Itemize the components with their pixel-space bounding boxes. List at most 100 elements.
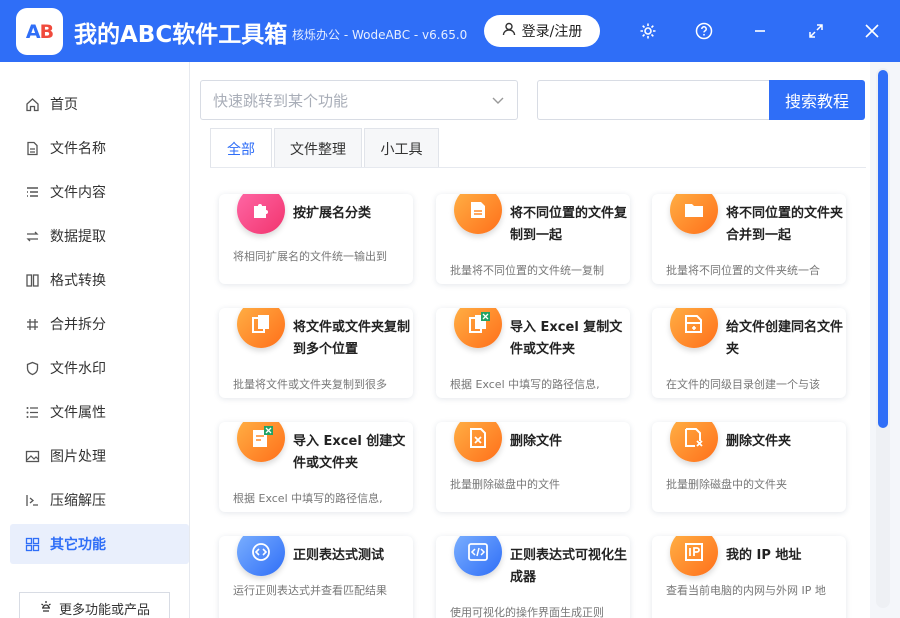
gear-icon[interactable] (635, 18, 661, 44)
file-copy-icon (454, 194, 502, 234)
sidebar-item-other[interactable]: 其它功能 (10, 524, 189, 564)
image-icon (24, 448, 40, 464)
sidebar: 首页 文件名称 文件内容 数据提取 格式转换 合并拆分 文件水印 文件属性 图片… (0, 62, 190, 618)
maximize-icon[interactable] (803, 18, 829, 44)
category-tabs: 全部 文件整理 小工具 (210, 128, 441, 168)
card-description: 批量将文件或文件夹复制到很多 (233, 378, 387, 391)
card-title: 按扩展名分类 (293, 206, 372, 221)
folder-icon (670, 194, 718, 234)
close-icon[interactable] (859, 18, 885, 44)
card-description: 在文件的同级目录创建一个与该 (666, 378, 820, 391)
tool-card-merge-folders[interactable]: 将不同位置的文件夹合并到一起 批量将不同位置的文件夹统一合 (652, 194, 846, 284)
watermark-icon (24, 360, 40, 376)
search-tutorial-button[interactable]: 搜索教程 (769, 80, 865, 120)
tool-card-excel-create[interactable]: 导入 Excel 创建文件或文件夹 根据 Excel 中填写的路径信息, (219, 422, 413, 512)
sidebar-item-attributes[interactable]: 文件属性 (10, 392, 189, 432)
card-title: 删除文件夹 (726, 434, 792, 449)
grid-icon (24, 536, 40, 552)
sidebar-item-label: 数据提取 (50, 229, 106, 245)
card-title: 将不同位置的文件夹合并到一起 (726, 206, 844, 243)
tool-card-delete-folders[interactable]: 删除文件夹 批量删除磁盘中的文件夹 (652, 422, 846, 512)
sidebar-item-label: 其它功能 (50, 537, 106, 553)
card-title: 将文件或文件夹复制到多个位置 (293, 320, 411, 357)
sidebar-item-label: 合并拆分 (50, 317, 106, 333)
excel-create-icon (237, 422, 285, 462)
tutorial-search-input[interactable] (537, 80, 770, 120)
login-label: 登录/注册 (521, 24, 583, 40)
merge-icon (24, 316, 40, 332)
card-title: 正则表达式测试 (293, 548, 385, 563)
folder-delete-icon (670, 422, 718, 462)
card-description: 批量删除磁盘中的文件夹 (666, 478, 787, 491)
card-description: 查看当前电脑的内网与外网 IP 地 (666, 584, 826, 597)
sidebar-item-file-name[interactable]: 文件名称 (10, 128, 189, 168)
card-title: 我的 IP 地址 (726, 548, 802, 563)
card-description: 根据 Excel 中填写的路径信息, (450, 378, 600, 391)
sidebar-item-label: 首页 (50, 97, 78, 113)
feature-jump-select[interactable]: 快速跳转到某个功能 (200, 80, 518, 120)
puzzle-icon (237, 194, 285, 234)
sidebar-item-watermark[interactable]: 文件水印 (10, 348, 189, 388)
app-subtitle: 核烁办公 - WodeABC - v6.65.0 (292, 28, 468, 42)
tool-card-copy-to-multiple[interactable]: 将文件或文件夹复制到多个位置 批量将文件或文件夹复制到很多 (219, 308, 413, 398)
chevron-down-icon (491, 93, 505, 111)
sidebar-item-merge[interactable]: 合并拆分 (10, 304, 189, 344)
card-title: 删除文件 (510, 434, 563, 449)
tab-file-organize[interactable]: 文件整理 (274, 128, 362, 168)
tab-all[interactable]: 全部 (210, 128, 272, 168)
ip-icon (670, 536, 718, 576)
app-logo: AB (16, 8, 63, 55)
tool-card-create-same-name-folder[interactable]: 给文件创建同名文件夹 在文件的同级目录创建一个与该 (652, 308, 846, 398)
card-description: 运行正则表达式并查看匹配结果 (233, 584, 387, 597)
file-name-icon (24, 140, 40, 156)
tool-card-regex-visual-generator[interactable]: 正则表达式可视化生成器 使用可视化的操作界面生成正则 (436, 536, 630, 618)
multi-copy-icon (237, 308, 285, 348)
tool-card-copy-files-together[interactable]: 将不同位置的文件复制到一起 批量将不同位置的文件统一复制 (436, 194, 630, 284)
card-description: 批量将不同位置的文件夹统一合 (666, 264, 820, 277)
sidebar-item-label: 压缩解压 (50, 493, 106, 509)
tool-card-regex-test[interactable]: 正则表达式测试 运行正则表达式并查看匹配结果 (219, 536, 413, 618)
sidebar-item-label: 文件水印 (50, 361, 106, 377)
sidebar-item-convert[interactable]: 格式转换 (10, 260, 189, 300)
sidebar-item-label: 格式转换 (50, 273, 106, 289)
tab-divider (210, 167, 866, 168)
sidebar-item-file-content[interactable]: 文件内容 (10, 172, 189, 212)
sidebar-item-image[interactable]: 图片处理 (10, 436, 189, 476)
help-icon[interactable] (691, 18, 717, 44)
file-content-icon (24, 184, 40, 200)
card-description: 将相同扩展名的文件统一输出到 (233, 250, 387, 263)
tool-card-extension-classify[interactable]: 按扩展名分类 将相同扩展名的文件统一输出到 (219, 194, 413, 284)
tab-small-tools[interactable]: 小工具 (364, 128, 439, 168)
scrollbar-thumb[interactable] (878, 70, 888, 428)
lamp-icon (39, 599, 53, 617)
login-button[interactable]: 登录/注册 (484, 15, 600, 47)
user-icon (502, 22, 516, 40)
card-title: 将不同位置的文件复制到一起 (510, 206, 628, 243)
card-description: 根据 Excel 中填写的路径信息, (233, 492, 383, 505)
minimize-icon[interactable] (747, 18, 773, 44)
card-title: 正则表达式可视化生成器 (510, 548, 628, 585)
code-icon (454, 536, 502, 576)
tool-card-delete-files[interactable]: 删除文件 批量删除磁盘中的文件 (436, 422, 630, 512)
file-delete-icon (454, 422, 502, 462)
card-title: 导入 Excel 复制文件或文件夹 (510, 320, 623, 357)
sidebar-item-compress[interactable]: 压缩解压 (10, 480, 189, 520)
tool-card-my-ip[interactable]: 我的 IP 地址 查看当前电脑的内网与外网 IP 地 (652, 536, 846, 618)
card-title: 给文件创建同名文件夹 (726, 320, 844, 357)
regex-icon (237, 536, 285, 576)
card-title: 导入 Excel 创建文件或文件夹 (293, 434, 406, 471)
convert-icon (24, 272, 40, 288)
app-title: 我的ABC软件工具箱 (74, 22, 288, 48)
card-description: 使用可视化的操作界面生成正则 (450, 606, 604, 618)
card-description: 批量删除磁盘中的文件 (450, 478, 560, 491)
sidebar-item-home[interactable]: 首页 (10, 84, 189, 124)
tool-card-excel-copy[interactable]: 导入 Excel 复制文件或文件夹 根据 Excel 中填写的路径信息, (436, 308, 630, 398)
more-products-button[interactable]: 更多功能或产品 (19, 592, 170, 618)
sidebar-item-label: 文件内容 (50, 185, 106, 201)
feature-jump-placeholder: 快速跳转到某个功能 (213, 91, 349, 110)
title-bar: AB 我的ABC软件工具箱 核烁办公 - WodeABC - v6.65.0 登… (0, 0, 900, 62)
attributes-icon (24, 404, 40, 420)
sidebar-item-extract[interactable]: 数据提取 (10, 216, 189, 256)
card-description: 批量将不同位置的文件统一复制 (450, 264, 604, 277)
excel-copy-icon (454, 308, 502, 348)
